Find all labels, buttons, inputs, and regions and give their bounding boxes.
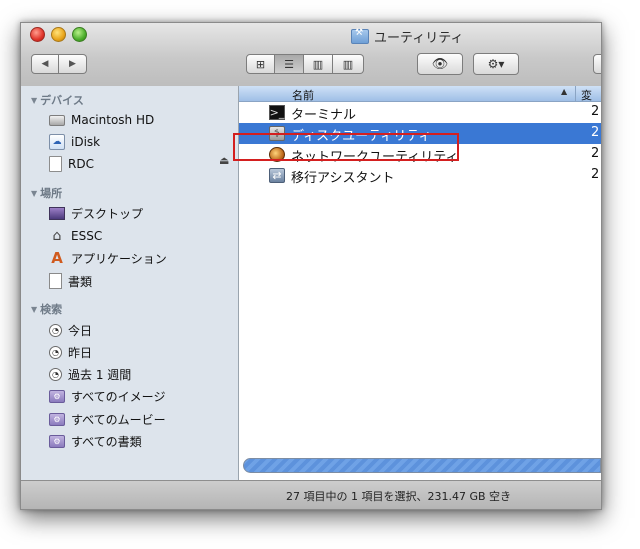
- column-view-icon: ▥: [312, 57, 324, 71]
- file-name: ターミナル: [291, 108, 357, 123]
- sidebar-item-past-week[interactable]: ◔ 過去 1 週間: [49, 364, 131, 384]
- sidebar-item-label: 昨日: [68, 345, 93, 360]
- horizontal-scrollbar[interactable]: [243, 458, 601, 473]
- file-date: 2: [591, 167, 600, 182]
- sidebar-item-label: RDC: [68, 157, 94, 171]
- sidebar-item-label: iDisk: [71, 135, 101, 149]
- documents-icon: [49, 273, 62, 289]
- icon-view-button[interactable]: ⊞: [246, 54, 275, 74]
- list-item-migration-assistant[interactable]: ⇄ 移行アシスタント 2: [239, 165, 601, 186]
- icon-view-icon: ⊞: [255, 57, 266, 71]
- name-column-header[interactable]: 名前: [292, 87, 314, 103]
- file-date: 2: [591, 146, 600, 161]
- sidebar-item-applications[interactable]: A アプリケーション: [49, 248, 167, 268]
- home-icon: ⌂: [52, 228, 62, 244]
- file-name: 移行アシスタント: [291, 171, 395, 186]
- hard-drive-icon: [49, 114, 65, 126]
- gear-icon: ⚙▾: [487, 57, 505, 71]
- sidebar-item-label: Macintosh HD: [71, 113, 155, 127]
- places-header: ▼ 場所: [31, 187, 63, 200]
- sidebar: ▼ デバイス Macintosh HD ☁ iDisk RDC ⏏ ▼ 場所 デ…: [21, 86, 239, 480]
- path-button[interactable]: [593, 54, 601, 74]
- sidebar-item-label: 過去 1 週間: [68, 367, 132, 382]
- list-item-terminal[interactable]: >_ ターミナル 2: [239, 102, 601, 123]
- eject-icon[interactable]: ⏏: [219, 154, 229, 167]
- cover-flow-icon: ▥: [342, 57, 354, 71]
- smart-folder-icon: ⚙: [49, 389, 65, 403]
- applications-icon: A: [51, 249, 63, 267]
- file-date: 2: [591, 104, 600, 119]
- file-list: 名前 ▲ 変 >_ ターミナル 2 ⚕ ディスクユーティリティ 2 ネットワーク…: [233, 86, 601, 480]
- column-view-button[interactable]: ▥: [304, 54, 333, 74]
- back-button[interactable]: ◀: [31, 54, 59, 74]
- smart-folder-icon: ⚙: [49, 412, 65, 426]
- sidebar-item-label: アプリケーション: [71, 251, 167, 266]
- migration-assistant-app-icon: ⇄: [269, 168, 285, 183]
- sidebar-item-rdc[interactable]: RDC: [49, 154, 94, 174]
- list-view-icon: ☰: [284, 57, 294, 71]
- sidebar-item-desktop[interactable]: デスクトップ: [49, 203, 143, 223]
- window-title-text: ユーティリティ: [374, 30, 464, 46]
- back-arrow-icon: ◀: [41, 59, 49, 69]
- minimize-window-button[interactable]: [51, 27, 66, 42]
- sidebar-item-all-documents[interactable]: ⚙ すべての書類: [49, 431, 142, 451]
- sidebar-item-label: すべての書類: [71, 434, 142, 449]
- cover-flow-button[interactable]: ▥: [333, 54, 364, 74]
- annotation-highlight-box: [233, 133, 459, 161]
- smart-folder-icon: ⚙: [49, 434, 65, 448]
- sidebar-item-macintosh-hd[interactable]: Macintosh HD: [49, 110, 154, 130]
- sidebar-item-all-images[interactable]: ⚙ すべてのイメージ: [49, 386, 165, 406]
- modified-column-header[interactable]: 変: [581, 87, 592, 103]
- idisk-icon: ☁: [49, 134, 65, 150]
- sidebar-item-today[interactable]: ◔ 今日: [49, 320, 92, 340]
- sidebar-item-idisk[interactable]: ☁ iDisk: [49, 132, 100, 152]
- file-date: 2: [591, 125, 600, 140]
- sidebar-item-label: すべてのムービー: [71, 412, 166, 427]
- disclosure-triangle-icon[interactable]: ▼: [31, 96, 37, 105]
- window-title: ユーティリティ: [351, 27, 464, 46]
- sidebar-item-label: ESSC: [71, 229, 103, 243]
- sidebar-item-documents[interactable]: 書類: [49, 271, 92, 291]
- sidebar-item-label: デスクトップ: [71, 206, 144, 221]
- close-window-button[interactable]: [30, 27, 45, 42]
- list-view-button[interactable]: ☰: [275, 54, 304, 74]
- disclosure-triangle-icon[interactable]: ▼: [31, 189, 37, 198]
- clock-icon: ◔: [49, 345, 62, 359]
- action-menu-button[interactable]: ⚙▾: [473, 53, 519, 75]
- eye-icon: 👁: [431, 56, 449, 72]
- toolbar: ユーティリティ ◀ ▶ ⊞ ☰ ▥ ▥ 👁 ⚙▾: [21, 23, 601, 87]
- forward-button[interactable]: ▶: [59, 54, 87, 74]
- sidebar-item-essc[interactable]: ⌂ ESSC: [49, 226, 103, 246]
- document-icon: [49, 156, 62, 172]
- column-header: 名前 ▲ 変: [239, 86, 601, 102]
- sidebar-item-yesterday[interactable]: ◔ 昨日: [49, 342, 92, 362]
- sidebar-item-label: すべてのイメージ: [71, 389, 166, 404]
- forward-arrow-icon: ▶: [69, 59, 76, 69]
- clock-icon: ◔: [49, 323, 62, 337]
- sidebar-item-all-movies[interactable]: ⚙ すべてのムービー: [49, 409, 166, 429]
- utilities-folder-icon: [351, 28, 369, 44]
- finder-window: ユーティリティ ◀ ▶ ⊞ ☰ ▥ ▥ 👁 ⚙▾ ▼ デバイス: [20, 22, 602, 510]
- devices-header: ▼ デバイス: [31, 94, 84, 107]
- search-header: ▼ 検索: [31, 303, 63, 316]
- zoom-window-button[interactable]: [72, 27, 87, 42]
- status-text: 27 項目中の 1 項目を選択、231.47 GB 空き: [286, 490, 512, 503]
- desktop-icon: [49, 206, 65, 220]
- column-divider[interactable]: [575, 86, 576, 101]
- status-bar: 27 項目中の 1 項目を選択、231.47 GB 空き: [21, 480, 601, 509]
- sort-ascending-icon: ▲: [561, 87, 568, 96]
- clock-icon: ◔: [49, 367, 62, 381]
- terminal-app-icon: >_: [269, 105, 285, 120]
- disclosure-triangle-icon[interactable]: ▼: [31, 305, 37, 314]
- quick-look-button[interactable]: 👁: [417, 53, 463, 75]
- sidebar-item-label: 今日: [68, 323, 93, 338]
- sidebar-item-label: 書類: [68, 274, 93, 289]
